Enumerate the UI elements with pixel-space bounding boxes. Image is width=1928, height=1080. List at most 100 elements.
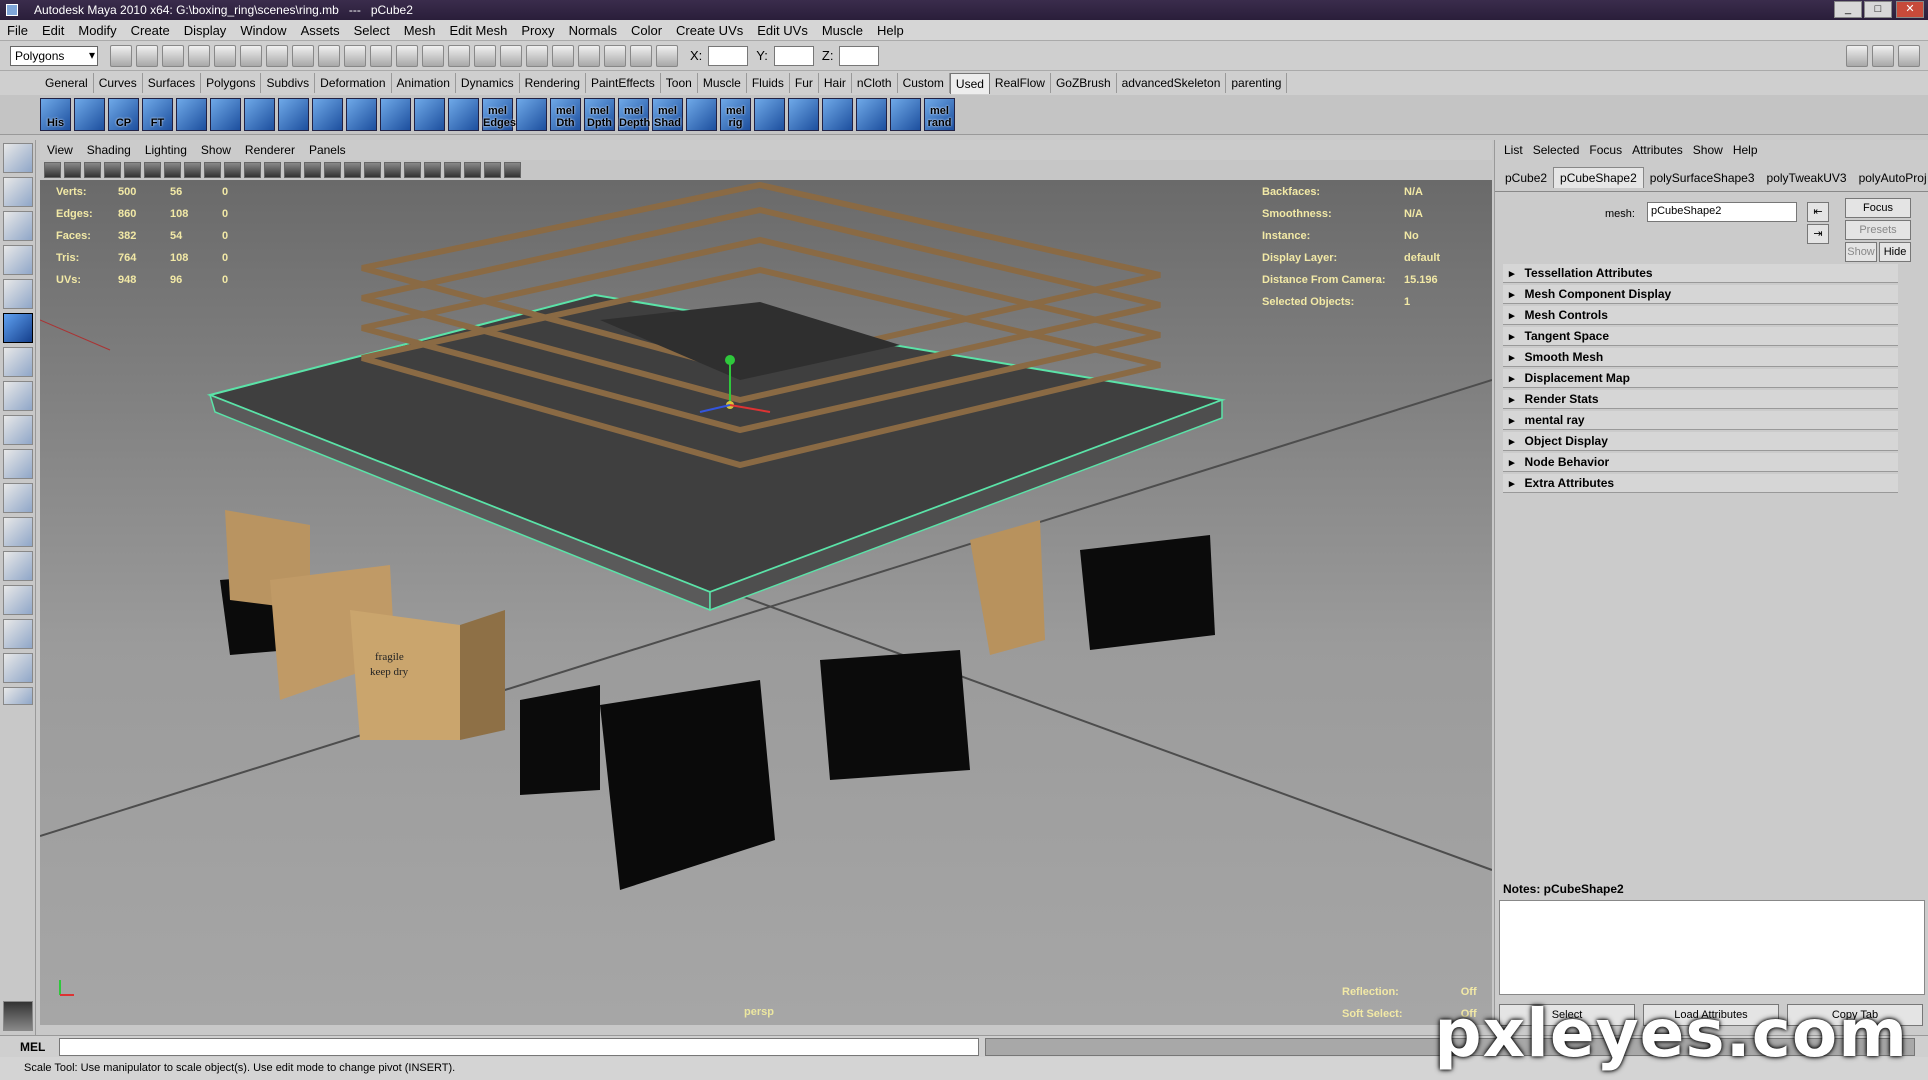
minimize-button[interactable]: _ (1834, 1, 1862, 18)
ipr-render-icon[interactable] (422, 44, 444, 67)
persp-graph-layout-icon[interactable] (3, 585, 33, 615)
shelf-tab-rendering[interactable]: Rendering (520, 73, 586, 93)
rotate-tool-icon[interactable] (3, 279, 33, 309)
shelf-button-26-icon[interactable]: mel rand (924, 98, 955, 131)
ae-tab-polyautoproj[interactable]: polyAutoProj (1853, 168, 1928, 188)
shelf-button-4-icon[interactable] (176, 98, 207, 131)
camera-attributes-icon[interactable] (578, 44, 600, 67)
shelf-button-24-icon[interactable] (856, 98, 887, 131)
shelf-button-9-icon[interactable] (346, 98, 377, 131)
x-field[interactable] (708, 45, 749, 66)
graph-editor-icon[interactable] (526, 44, 548, 67)
outliner-icon[interactable] (552, 44, 574, 67)
ae-tab-polytweakuv3[interactable]: polyTweakUV3 (1761, 168, 1853, 188)
ae-menu-selected[interactable]: Selected (1528, 143, 1585, 157)
shelf-button-14-icon[interactable] (516, 98, 547, 131)
shelf-button-7-icon[interactable] (278, 98, 309, 131)
ae-section-tangent-space[interactable]: Tangent Space (1503, 327, 1898, 346)
notes-field[interactable] (1499, 900, 1925, 995)
menu-color[interactable]: Color (624, 23, 669, 38)
shelf-tab-general[interactable]: General (40, 73, 94, 93)
ae-section-mesh-controls[interactable]: Mesh Controls (1503, 306, 1898, 325)
maximize-button[interactable]: □ (1864, 1, 1892, 18)
menu-modify[interactable]: Modify (71, 23, 123, 38)
snap-surface-icon[interactable] (344, 44, 366, 67)
viewport-menu-show[interactable]: Show (194, 143, 238, 157)
move-tool-icon[interactable] (3, 245, 33, 275)
universal-manipulator-icon[interactable] (3, 347, 33, 377)
viewport-tool-14-icon[interactable] (324, 162, 341, 178)
perspective-viewport[interactable]: fragile keep dry Verts: 500 56 0 Edges: 860 10… (40, 180, 1492, 1025)
viewport-tool-18-icon[interactable] (404, 162, 421, 178)
close-button[interactable]: ✕ (1896, 1, 1924, 18)
viewport-tool-11-icon[interactable] (264, 162, 281, 178)
viewport-tool-5-icon[interactable] (144, 162, 161, 178)
shelf-button-16-icon[interactable]: mel Dpth (584, 98, 615, 131)
shelf-button-5-icon[interactable] (210, 98, 241, 131)
y-field[interactable] (773, 45, 814, 66)
viewport-tool-9-icon[interactable] (224, 162, 241, 178)
viewport-tool-4-icon[interactable] (124, 162, 141, 178)
hypershade-icon[interactable] (500, 44, 522, 67)
shelf-tab-custom[interactable]: Custom (898, 73, 950, 93)
layout-dropdown-icon[interactable] (3, 687, 33, 705)
ae-menu-show[interactable]: Show (1688, 143, 1728, 157)
single-perspective-layout-icon[interactable] (3, 483, 33, 513)
command-language-toggle[interactable]: MEL (0, 1040, 59, 1054)
focus-button[interactable]: Focus (1845, 198, 1911, 218)
menu-proxy[interactable]: Proxy (514, 23, 561, 38)
input-ops-icon[interactable] (630, 44, 652, 67)
viewport-tool-6-icon[interactable] (164, 162, 181, 178)
output-ops-icon[interactable] (656, 44, 678, 67)
hide-button[interactable]: Hide (1879, 242, 1911, 262)
viewport-menu-lighting[interactable]: Lighting (138, 143, 194, 157)
ae-menu-attributes[interactable]: Attributes (1627, 143, 1688, 157)
mesh-name-field[interactable]: pCubeShape2 (1647, 202, 1797, 222)
menu-edit-mesh[interactable]: Edit Mesh (443, 23, 515, 38)
menu-create[interactable]: Create (124, 23, 177, 38)
shelf-button-19-icon[interactable] (686, 98, 717, 131)
menu-select[interactable]: Select (347, 23, 397, 38)
shelf-tab-parenting[interactable]: parenting (1226, 73, 1288, 93)
manipulator-y-handle[interactable] (725, 355, 735, 365)
ae-tab-polysurfaceshape3[interactable]: polySurfaceShape3 (1644, 168, 1761, 188)
viewport-tool-1-icon[interactable] (64, 162, 81, 178)
shelf-tab-painteffects[interactable]: PaintEffects (586, 73, 661, 93)
snap-grid-icon[interactable] (266, 44, 288, 67)
viewport-tool-19-icon[interactable] (424, 162, 441, 178)
presets-button[interactable]: Presets (1845, 220, 1911, 240)
shelf-tab-realflow[interactable]: RealFlow (990, 73, 1051, 93)
ae-section-displacement-map[interactable]: Displacement Map (1503, 369, 1898, 388)
menu-muscle[interactable]: Muscle (815, 23, 870, 38)
shelf-tab-muscle[interactable]: Muscle (698, 73, 747, 93)
shelf-tab-dynamics[interactable]: Dynamics (456, 73, 520, 93)
shelf-tab-polygons[interactable]: Polygons (201, 73, 262, 93)
viewport-menu-shading[interactable]: Shading (80, 143, 138, 157)
shelf-tab-deformation[interactable]: Deformation (315, 73, 392, 93)
shelf-button-0-icon[interactable]: His (40, 98, 71, 131)
scale-tool-icon[interactable] (3, 313, 33, 343)
display-settings-icon[interactable] (474, 44, 496, 67)
show-button[interactable]: Show (1845, 242, 1877, 262)
ae-section-extra-attributes[interactable]: Extra Attributes (1503, 474, 1898, 493)
shelf-tab-advancedskeleton[interactable]: advancedSkeleton (1117, 73, 1227, 93)
open-scene-icon[interactable] (136, 44, 158, 67)
viewport-tool-22-icon[interactable] (484, 162, 501, 178)
shelf-tab-gozbrush[interactable]: GoZBrush (1051, 73, 1117, 93)
command-input[interactable] (59, 1037, 980, 1056)
viewport-menu-panels[interactable]: Panels (302, 143, 353, 157)
shelf-button-6-icon[interactable] (244, 98, 275, 131)
ae-menu-focus[interactable]: Focus (1584, 143, 1627, 157)
lasso-tool-icon[interactable] (3, 177, 33, 207)
shelf-tab-subdivs[interactable]: Subdivs (261, 73, 316, 93)
menu-window[interactable]: Window (233, 23, 293, 38)
menu-edit[interactable]: Edit (35, 23, 71, 38)
ae-section-tessellation-attributes[interactable]: Tessellation Attributes (1503, 264, 1898, 283)
shelf-tab-curves[interactable]: Curves (94, 73, 143, 93)
show-manipulator-icon[interactable] (3, 415, 33, 445)
viewport-tool-17-icon[interactable] (384, 162, 401, 178)
select-by-hierarchy-icon[interactable] (188, 44, 210, 67)
menu-create-uvs[interactable]: Create UVs (669, 23, 750, 38)
menu-file[interactable]: File (0, 23, 35, 38)
shelf-button-12-icon[interactable] (448, 98, 479, 131)
